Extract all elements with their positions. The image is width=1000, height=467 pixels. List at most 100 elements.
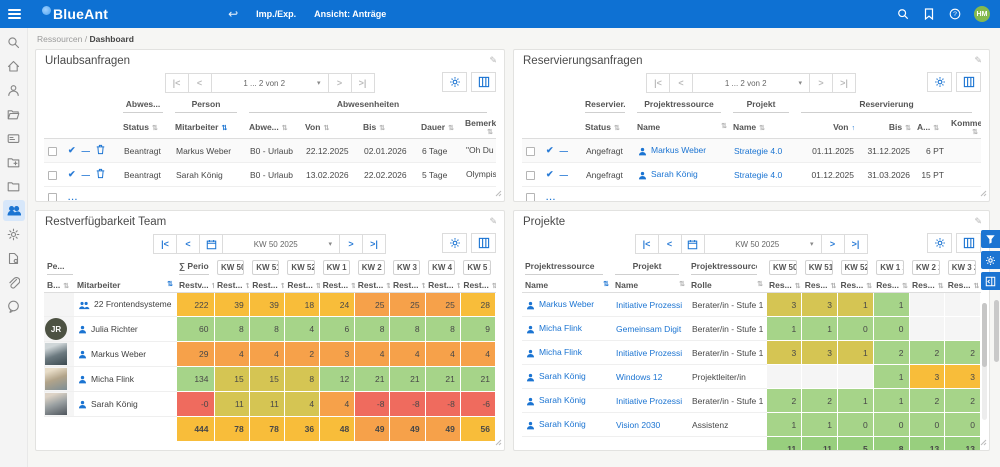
sort-icon[interactable]: ⇅ bbox=[386, 283, 390, 290]
sidebar-settings-gear-icon[interactable] bbox=[3, 224, 25, 245]
week-header[interactable]: KW 50 ... bbox=[769, 260, 797, 275]
sidebar-folder-add-icon[interactable] bbox=[3, 152, 25, 173]
app-logo[interactable]: BlueAnt bbox=[42, 6, 108, 22]
pagination-next-button[interactable]: > bbox=[809, 73, 833, 93]
sort-icon[interactable]: ⇅ bbox=[938, 283, 944, 290]
pagination-next-button[interactable]: > bbox=[339, 234, 363, 254]
side-panel-button[interactable] bbox=[981, 272, 1000, 290]
sort-icon[interactable]: ⇅ bbox=[902, 283, 908, 290]
settings-gear-button[interactable] bbox=[442, 72, 467, 92]
show-more-link[interactable]: ... bbox=[68, 192, 78, 202]
week-header[interactable]: KW 51 ... bbox=[805, 260, 833, 275]
columns-button[interactable] bbox=[471, 72, 496, 92]
pagination-page-select[interactable]: 1 ... 2 von 2▾ bbox=[211, 73, 329, 93]
pagination-first-button[interactable]: |< bbox=[165, 73, 189, 93]
sort-asc-icon[interactable]: ↑ bbox=[852, 125, 856, 132]
filter-button[interactable] bbox=[981, 230, 1000, 248]
sort-icon[interactable]: ⇅ bbox=[63, 283, 69, 290]
trash-icon[interactable] bbox=[96, 168, 105, 181]
sort-icon[interactable]: ⇅ bbox=[448, 125, 454, 132]
sort-icon[interactable]: ⇅ bbox=[795, 283, 801, 290]
bookmark-icon[interactable] bbox=[922, 7, 936, 21]
week-header[interactable]: KW 3 2... bbox=[948, 260, 976, 275]
settings-gear-button[interactable] bbox=[981, 251, 1000, 269]
sidebar-folder-icon[interactable] bbox=[3, 176, 25, 197]
row-checkbox[interactable] bbox=[48, 171, 57, 180]
sort-icon[interactable]: ⇅ bbox=[759, 125, 765, 132]
user-avatar[interactable]: HM bbox=[974, 6, 990, 22]
period-select[interactable]: KW 50 2025▾ bbox=[222, 234, 340, 254]
decline-icon[interactable]: — bbox=[82, 146, 91, 156]
columns-button[interactable] bbox=[956, 233, 981, 253]
sidebar-search-icon[interactable] bbox=[3, 32, 25, 53]
pagination-first-button[interactable]: |< bbox=[153, 234, 177, 254]
week-header[interactable]: KW 2 2... bbox=[912, 260, 940, 275]
help-icon[interactable]: ? bbox=[948, 7, 962, 21]
sort-icon[interactable]: ⇅ bbox=[316, 283, 320, 290]
pagination-last-button[interactable]: >| bbox=[832, 73, 856, 93]
sidebar-paperclip-icon[interactable] bbox=[3, 272, 25, 293]
sort-icon[interactable]: ⇅ bbox=[905, 125, 911, 132]
pagination-next-button[interactable]: > bbox=[328, 73, 352, 93]
week-header[interactable]: KW 5 2... bbox=[463, 260, 490, 275]
page-scrollbar-thumb[interactable] bbox=[994, 300, 999, 362]
week-header[interactable]: KW 50 ... bbox=[217, 260, 244, 275]
pagination-page-select[interactable]: 1 ... 2 von 2▾ bbox=[692, 73, 810, 93]
sidebar-chat-icon[interactable] bbox=[3, 296, 25, 317]
sort-icon[interactable]: ⇅ bbox=[487, 128, 493, 136]
sidebar-home-icon[interactable] bbox=[3, 56, 25, 77]
sort-icon[interactable]: ⇅ bbox=[421, 283, 425, 290]
sidebar-user-icon[interactable] bbox=[3, 80, 25, 101]
sidebar-folder-open-icon[interactable] bbox=[3, 104, 25, 125]
sort-icon[interactable]: ⇅ bbox=[614, 125, 620, 132]
week-header[interactable]: KW 1 2... bbox=[323, 260, 350, 275]
panel-edit-icon[interactable]: ✎ bbox=[974, 216, 982, 227]
decline-icon[interactable]: — bbox=[560, 170, 569, 180]
resize-handle[interactable] bbox=[980, 189, 987, 199]
week-header[interactable]: KW 51 ... bbox=[252, 260, 279, 275]
row-checkbox[interactable] bbox=[526, 147, 535, 156]
sort-icon[interactable]: ⇅ bbox=[603, 280, 609, 288]
imp-exp-button[interactable]: Imp./Exp. bbox=[256, 9, 296, 19]
show-more-link[interactable]: ... bbox=[546, 192, 556, 202]
menu-hamburger-icon[interactable] bbox=[0, 0, 28, 28]
sort-icon[interactable]: ⇅ bbox=[492, 283, 496, 290]
settings-gear-button[interactable] bbox=[927, 233, 952, 253]
sort-icon[interactable]: ⇅ bbox=[281, 283, 285, 290]
settings-gear-button[interactable] bbox=[927, 72, 952, 92]
row-checkbox[interactable] bbox=[48, 193, 57, 202]
decline-icon[interactable]: — bbox=[560, 146, 569, 156]
decline-icon[interactable]: — bbox=[82, 170, 91, 180]
sort-icon[interactable]: ⇅ bbox=[212, 283, 214, 290]
panel-edit-icon[interactable]: ✎ bbox=[489, 216, 497, 227]
calendar-button[interactable] bbox=[199, 234, 223, 254]
pagination-last-button[interactable]: >| bbox=[844, 234, 868, 254]
sort-icon[interactable]: ⇅ bbox=[866, 283, 872, 290]
trash-icon[interactable] bbox=[96, 144, 105, 157]
approve-icon[interactable]: ✔ bbox=[546, 145, 554, 156]
search-icon[interactable] bbox=[896, 7, 910, 21]
sort-icon[interactable]: ⇅ bbox=[379, 125, 385, 132]
sort-icon[interactable]: ⇅ bbox=[972, 128, 978, 136]
sort-icon[interactable]: ⇅ bbox=[679, 280, 685, 288]
pagination-last-button[interactable]: >| bbox=[351, 73, 375, 93]
sort-icon[interactable]: ⇅ bbox=[933, 125, 939, 132]
period-select[interactable]: KW 50 2025▾ bbox=[704, 234, 822, 254]
approve-icon[interactable]: ✔ bbox=[68, 145, 76, 156]
pagination-next-button[interactable]: > bbox=[821, 234, 845, 254]
week-header[interactable]: KW 1 2... bbox=[876, 260, 904, 275]
sort-icon[interactable]: ⇅ bbox=[457, 283, 461, 290]
sidebar-resources-team-icon[interactable] bbox=[3, 200, 25, 221]
sort-icon[interactable]: ⇅ bbox=[167, 280, 173, 288]
calendar-button[interactable] bbox=[681, 234, 705, 254]
sort-icon[interactable]: ⇅ bbox=[221, 125, 227, 132]
panel-edit-icon[interactable]: ✎ bbox=[974, 55, 982, 66]
resize-handle[interactable] bbox=[980, 438, 987, 448]
row-checkbox[interactable] bbox=[526, 171, 535, 180]
pagination-prev-button[interactable]: < bbox=[176, 234, 200, 254]
resize-handle[interactable] bbox=[495, 189, 502, 199]
row-checkbox[interactable] bbox=[48, 147, 57, 156]
row-checkbox[interactable] bbox=[526, 193, 535, 202]
sort-icon[interactable]: ⇅ bbox=[830, 283, 836, 290]
pagination-prev-button[interactable]: < bbox=[188, 73, 212, 93]
